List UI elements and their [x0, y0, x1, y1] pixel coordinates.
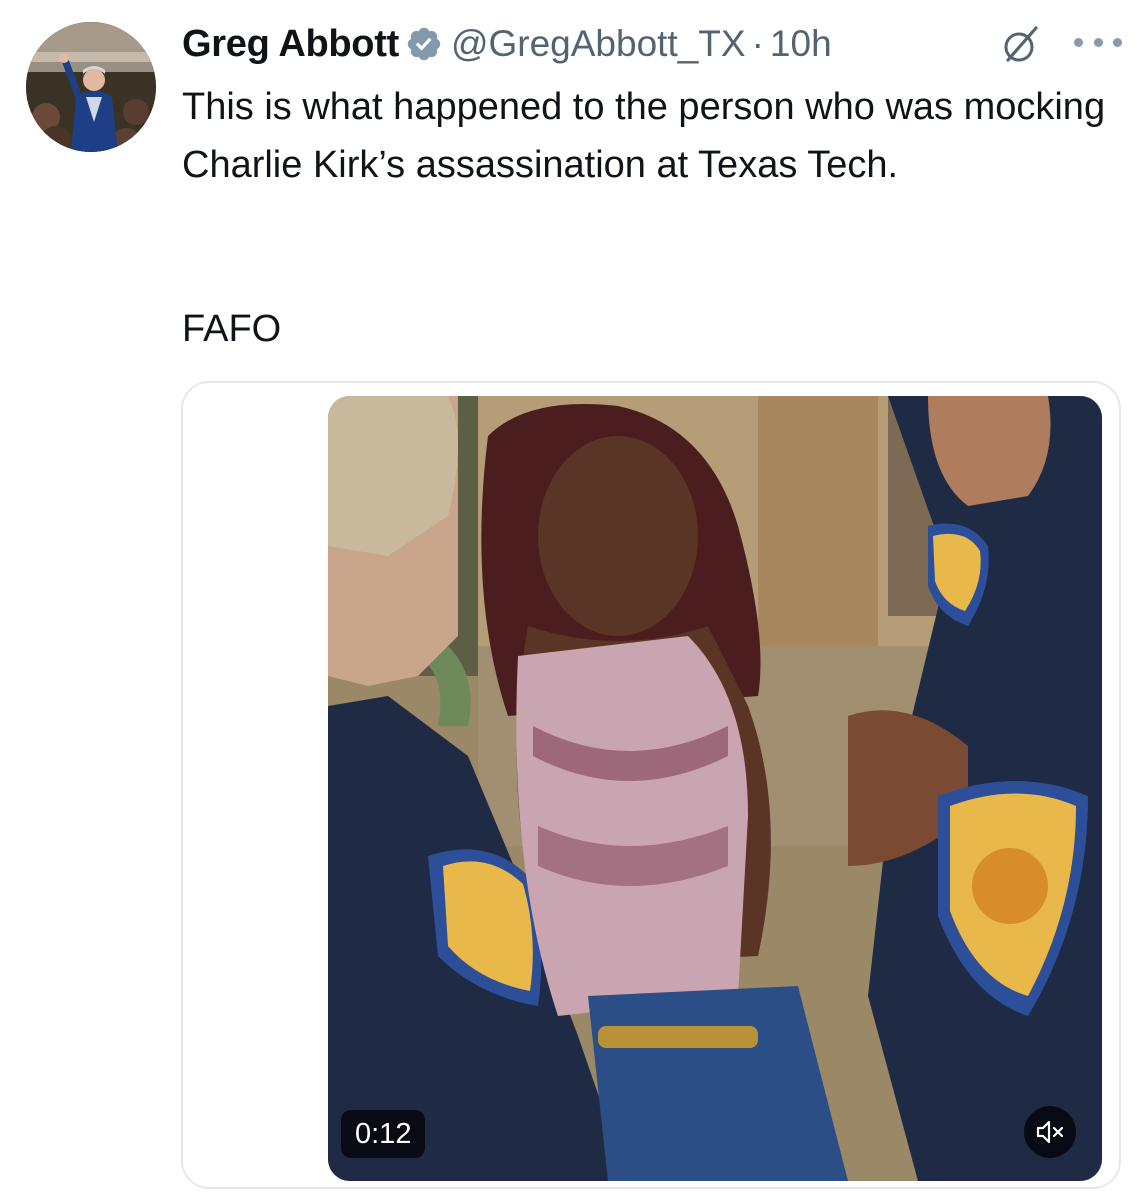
video-duration-badge: 0:12	[341, 1110, 426, 1158]
grok-icon[interactable]	[998, 22, 1044, 68]
video-thumbnail	[328, 396, 1102, 1181]
verified-badge-icon	[405, 25, 443, 63]
avatar-image	[26, 22, 156, 152]
more-options-icon[interactable]	[1070, 22, 1126, 62]
tweet[interactable]: Greg Abbott @GregAbbott_TX · 10h This is…	[0, 0, 1148, 1200]
author-handle[interactable]: @GregAbbott_TX	[451, 23, 746, 65]
author-name[interactable]: Greg Abbott	[182, 23, 399, 66]
avatar[interactable]	[26, 22, 156, 152]
tweet-header: Greg Abbott @GregAbbott_TX · 10h	[182, 20, 832, 68]
tweet-text: This is what happened to the person who …	[182, 86, 1106, 186]
speaker-muted-icon[interactable]	[1024, 1106, 1076, 1158]
separator-dot: ·	[751, 23, 764, 64]
video-player[interactable]	[328, 396, 1102, 1181]
timestamp[interactable]: 10h	[770, 23, 832, 65]
tweet-text-secondary: FAFO	[182, 308, 282, 350]
